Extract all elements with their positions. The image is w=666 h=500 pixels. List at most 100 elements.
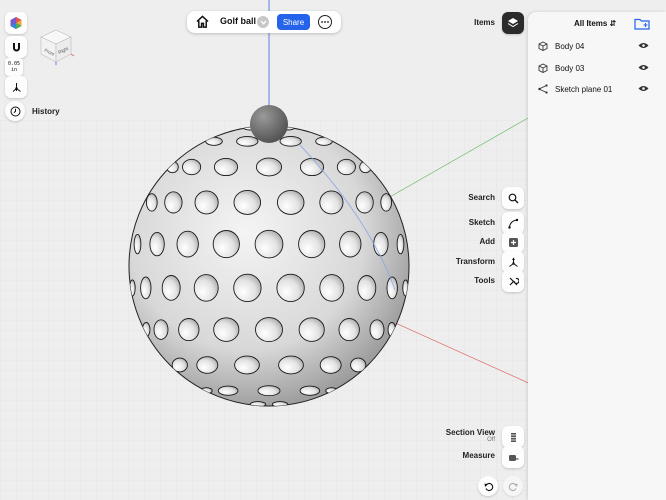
dimple [396, 233, 405, 255]
list-item[interactable]: Sketch plane 01 [538, 83, 658, 97]
dimple [357, 275, 377, 301]
dimple [233, 189, 262, 215]
sketch-curve-icon [507, 218, 518, 229]
search-label[interactable]: Search [468, 193, 495, 202]
tape-measure-icon [508, 454, 518, 461]
section-plane-icon [508, 432, 518, 442]
sketch-plane-icon [538, 84, 548, 96]
chevron-down-icon[interactable] [257, 16, 269, 28]
panel-title-text: All Items [574, 19, 608, 28]
search-icon [508, 193, 518, 203]
items-panel: All Items ⇵ Body 04 Body 03 Sketch plane… [528, 12, 666, 500]
axes-origin-icon [12, 82, 21, 92]
home-icon[interactable] [196, 15, 209, 33]
dimple [196, 356, 219, 374]
tools-label[interactable]: Tools [474, 276, 495, 285]
items-label[interactable]: Items [474, 18, 495, 27]
redo-button[interactable] [503, 476, 523, 496]
dimple [336, 158, 356, 176]
dimple [369, 319, 385, 340]
dimple [145, 193, 158, 212]
dimple [193, 274, 219, 302]
dimple [194, 190, 219, 215]
dimple [278, 355, 304, 375]
dimple [182, 158, 202, 176]
dimple [164, 191, 183, 214]
section-view-label[interactable]: Section View Off [446, 428, 495, 443]
document-title[interactable]: Golf ball [220, 16, 256, 26]
clock-icon [10, 106, 20, 116]
search-button[interactable] [502, 187, 524, 209]
list-item[interactable]: Body 04 [538, 40, 658, 54]
dimple [213, 157, 239, 177]
new-folder-button[interactable] [634, 17, 650, 35]
layers-icon [507, 18, 519, 28]
dimple [153, 319, 169, 340]
dimple [254, 229, 284, 259]
section-view-state: Off [487, 437, 495, 443]
history-label[interactable]: History [32, 107, 60, 116]
dimple [149, 231, 165, 257]
units-readout[interactable]: 0.05 in [5, 58, 23, 76]
items-button[interactable] [502, 12, 524, 34]
cube-icon [538, 41, 548, 53]
transform-label[interactable]: Transform [456, 257, 495, 266]
wrench-icon [509, 277, 519, 285]
dimple [355, 191, 374, 214]
dimple [255, 317, 283, 343]
measure-button[interactable] [502, 446, 524, 468]
dimple [257, 385, 281, 397]
dimple [319, 190, 344, 215]
dimple [212, 230, 240, 259]
snap-button[interactable] [5, 36, 27, 58]
dimple [373, 231, 389, 257]
all-items-dropdown[interactable]: All Items ⇵ [574, 19, 616, 28]
eye-icon[interactable] [638, 64, 649, 73]
dimple [213, 317, 240, 342]
dimple [380, 193, 393, 212]
eye-icon[interactable] [638, 85, 649, 94]
sketch-plane-cap[interactable] [250, 105, 288, 143]
up-down-chevron-icon: ⇵ [609, 19, 617, 28]
section-view-button[interactable] [502, 426, 524, 448]
dimple [255, 157, 283, 177]
dimple [178, 318, 200, 342]
origin-button[interactable] [5, 76, 27, 98]
item-label: Body 03 [555, 64, 585, 73]
document-toolbar: Golf ball Share [187, 11, 341, 33]
share-button[interactable]: Share [277, 14, 310, 30]
tools-button[interactable] [502, 270, 524, 292]
add-button[interactable] [502, 231, 524, 253]
app-menu-button[interactable] [5, 12, 27, 34]
hexagon-logo-icon [10, 17, 22, 29]
view-cube[interactable]: Front Right [37, 27, 75, 65]
plus-square-icon [508, 237, 518, 247]
dimple [140, 276, 152, 300]
dimple [234, 355, 260, 375]
dimple [319, 356, 342, 374]
units-unit: in [10, 67, 18, 73]
ellipsis-icon[interactable] [318, 15, 332, 29]
history-button[interactable] [5, 101, 25, 121]
dimple [298, 317, 325, 342]
dimple [298, 230, 326, 259]
cube-icon [538, 63, 548, 75]
dimple [276, 189, 305, 215]
dimple [276, 273, 305, 303]
dimple [319, 274, 345, 302]
measure-label[interactable]: Measure [463, 451, 495, 460]
add-label[interactable]: Add [479, 237, 495, 246]
dimple [217, 385, 239, 396]
golf-ball-model[interactable] [128, 125, 410, 407]
dimple [279, 135, 302, 147]
eye-icon[interactable] [638, 42, 649, 51]
list-item[interactable]: Body 03 [538, 62, 658, 76]
undo-button[interactable] [478, 476, 498, 496]
dimple [386, 276, 398, 300]
dimple [161, 275, 181, 301]
folder-plus-icon [634, 18, 650, 30]
dimple [233, 273, 262, 303]
sketch-label[interactable]: Sketch [469, 218, 495, 227]
dimple [299, 385, 321, 396]
redo-icon [508, 482, 517, 491]
